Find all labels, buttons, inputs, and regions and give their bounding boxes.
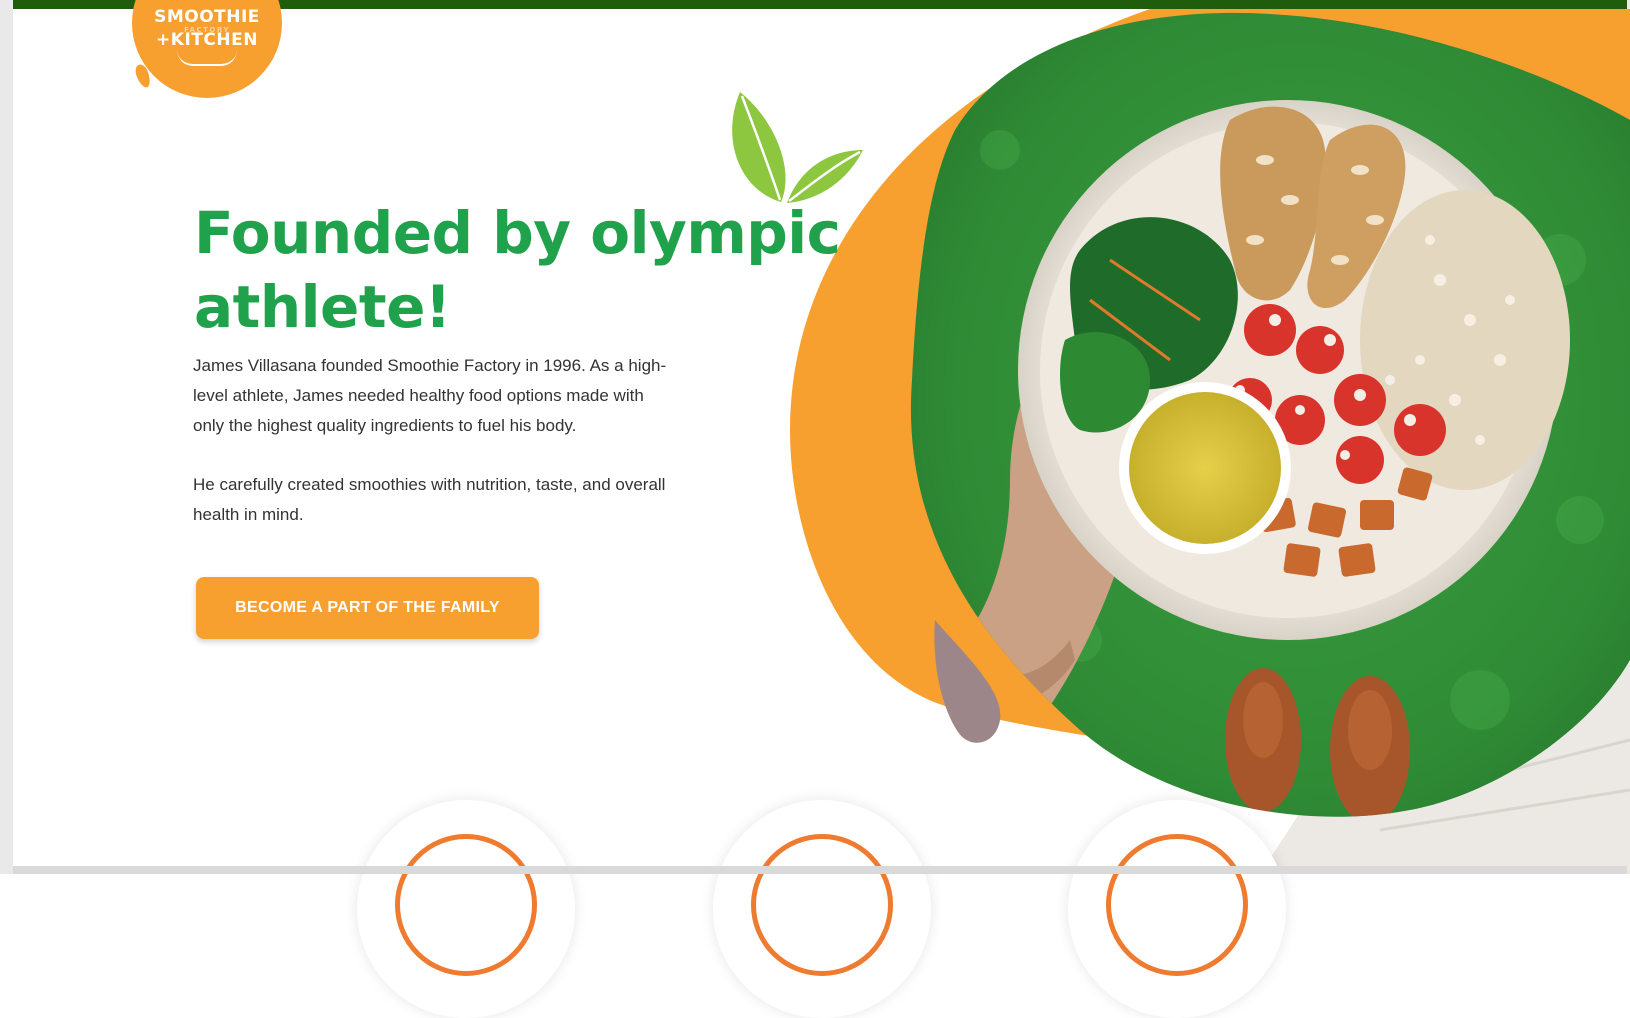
hero-paragraph-1: James Villasana founded Smoothie Factory… xyxy=(193,356,667,435)
feature-icon xyxy=(395,834,537,976)
feature-icon xyxy=(751,834,893,976)
feature-card-2[interactable] xyxy=(713,800,931,1018)
leaf-left xyxy=(732,92,786,202)
hero-paragraph-2: He carefully created smoothies with nutr… xyxy=(193,475,666,524)
logo-text-kitchen: +KITCHEN xyxy=(156,30,258,50)
feature-card-1[interactable] xyxy=(357,800,575,1018)
feature-icon xyxy=(1106,834,1248,976)
logo-arc-icon xyxy=(177,50,237,66)
become-family-button[interactable]: BECOME A PART OF THE FAMILY xyxy=(196,577,539,639)
logo-text-smoothie: SMOOTHIE xyxy=(154,7,260,27)
bottom-strip xyxy=(13,866,1627,874)
feature-card-3[interactable] xyxy=(1068,800,1286,1018)
hero-headline: Founded by olympic athlete! xyxy=(194,199,841,341)
